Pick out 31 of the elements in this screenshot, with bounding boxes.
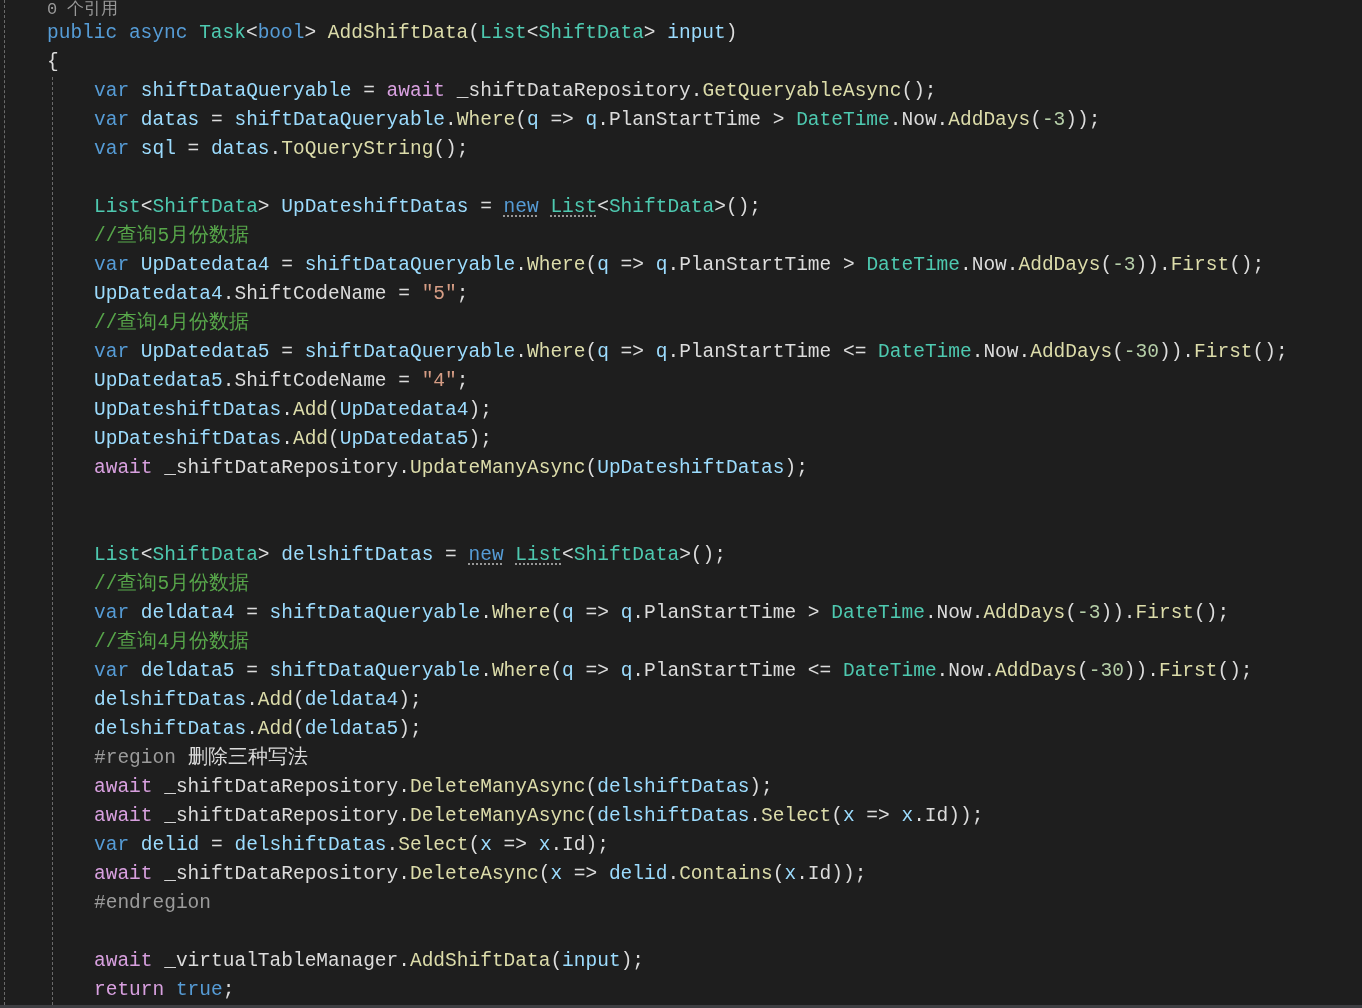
reference-count[interactable]: 0 个引用	[47, 0, 119, 19]
code-line: #region 删除三种写法	[94, 745, 308, 771]
code-line: await _virtualTableManager.AddShiftData(input);	[94, 949, 645, 974]
code-line: List<ShiftData> delshiftDatas = new List<ShiftData>();	[94, 543, 726, 568]
code-line: var sql = datas.ToQueryString();	[94, 137, 469, 162]
code-line: delshiftDatas.Add(deldata5);	[94, 717, 422, 742]
code-line: {	[47, 50, 59, 75]
code-line: #endregion	[94, 891, 212, 916]
code-line: UpDatedata4.ShiftCodeName = "5";	[94, 282, 469, 307]
code-line: await _shiftDataRepository.DeleteAsync(x => delid.Contains(x.Id));	[94, 862, 867, 887]
code-line: //查询5月份数据	[94, 223, 250, 249]
code-line: await _shiftDataRepository.DeleteManyAsync(delshiftDatas.Select(x => x.Id));	[94, 804, 984, 829]
code-line: await _shiftDataRepository.DeleteManyAsync(delshiftDatas);	[94, 775, 773, 800]
code-line: UpDatedata5.ShiftCodeName = "4";	[94, 369, 469, 394]
code-line: var delid = delshiftDatas.Select(x => x.Id);	[94, 833, 609, 858]
code-line: await _shiftDataRepository.UpdateManyAsync(UpDateshiftDatas);	[94, 456, 808, 481]
code-line: //查询4月份数据	[94, 629, 250, 655]
code-line: //查询4月份数据	[94, 310, 250, 336]
code-line: var deldata4 = shiftDataQueryable.Where(q => q.PlanStartTime > DateTime.Now.AddDays(-3)).First();	[94, 601, 1230, 626]
code-line: var UpDatedata5 = shiftDataQueryable.Where(q => q.PlanStartTime <= DateTime.Now.AddDays(-30)).First();	[94, 340, 1288, 365]
code-line: //查询5月份数据	[94, 571, 250, 597]
code-line: return true;	[94, 978, 235, 1003]
code-line: var datas = shiftDataQueryable.Where(q => q.PlanStartTime > DateTime.Now.AddDays(-3));	[94, 108, 1101, 133]
code-line: UpDateshiftDatas.Add(UpDatedata5);	[94, 427, 492, 452]
code-line: var UpDatedata4 = shiftDataQueryable.Where(q => q.PlanStartTime > DateTime.Now.AddDays(-3)).First();	[94, 253, 1265, 278]
code-line: var deldata5 = shiftDataQueryable.Where(q => q.PlanStartTime <= DateTime.Now.AddDays(-30)).First();	[94, 659, 1253, 684]
code-line: List<ShiftData> UpDateshiftDatas = new List<ShiftData>();	[94, 195, 762, 220]
code-line: UpDateshiftDatas.Add(UpDatedata4);	[94, 398, 492, 423]
code-line: public async Task<bool> AddShiftData(List<ShiftData> input)	[47, 21, 738, 46]
code-line: delshiftDatas.Add(deldata4);	[94, 688, 422, 713]
code-line: var shiftDataQueryable = await _shiftDataRepository.GetQueryableAsync();	[94, 79, 937, 104]
